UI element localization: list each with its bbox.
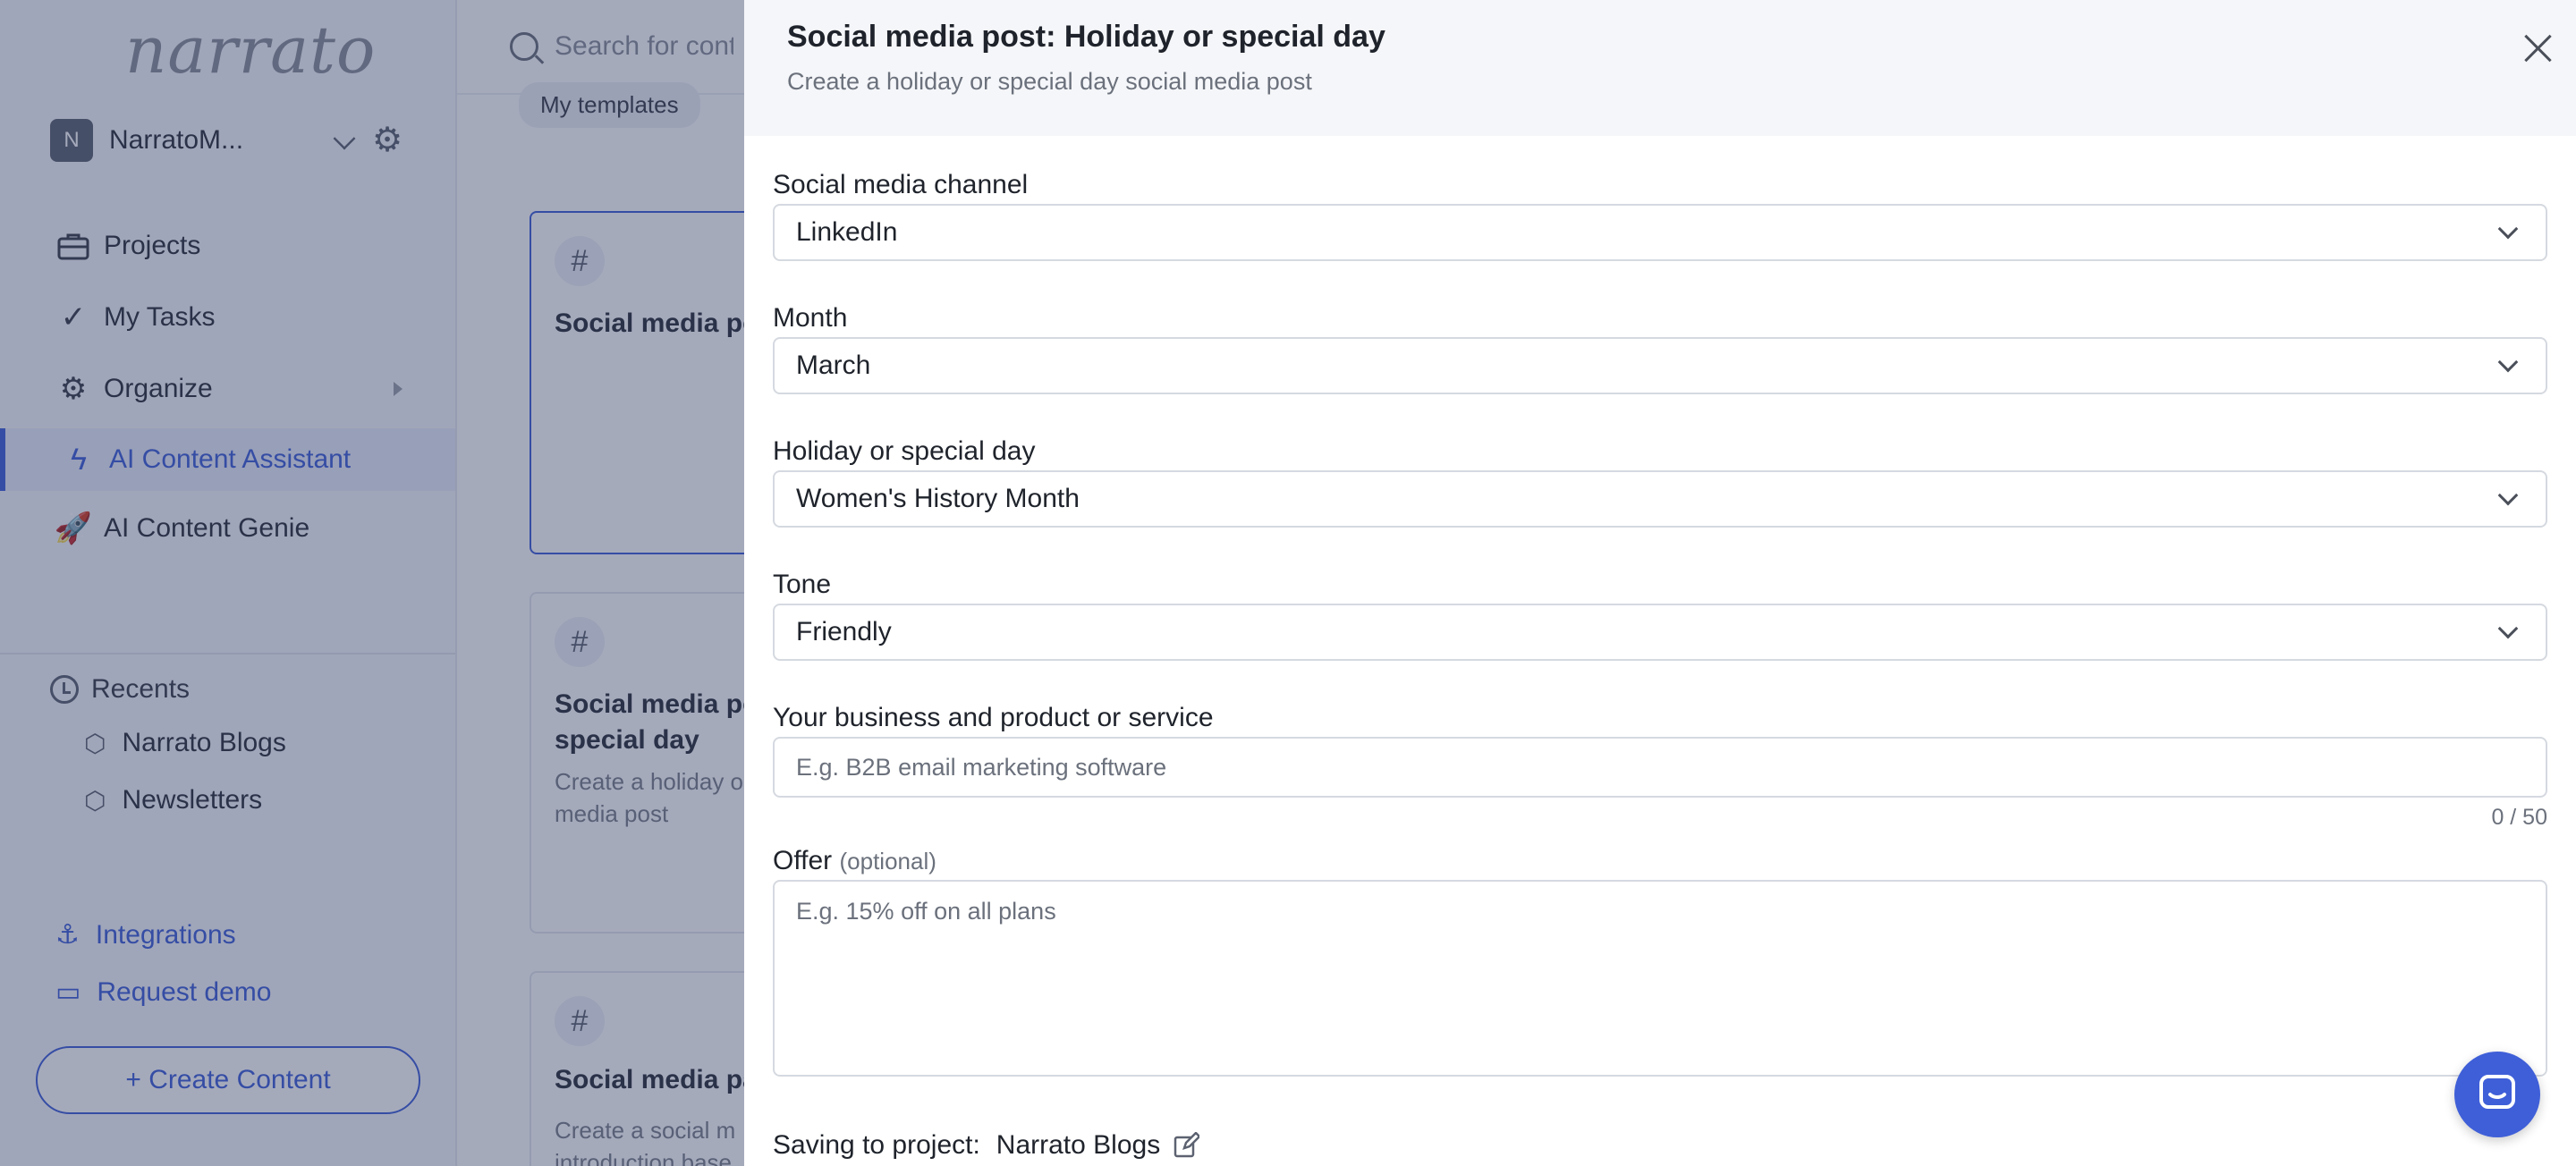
month-select[interactable]: March (773, 337, 2547, 394)
tone-label: Tone (773, 570, 832, 599)
drawer-title: Social media post: Holiday or special da… (787, 20, 1385, 54)
holiday-label: Holiday or special day (773, 436, 1036, 466)
chevron-down-icon (2497, 218, 2519, 240)
channel-value: LinkedIn (796, 217, 898, 247)
close-icon[interactable] (2521, 30, 2556, 66)
month-label: Month (773, 303, 848, 333)
chevron-down-icon (2497, 485, 2519, 506)
chevron-down-icon (2497, 618, 2519, 639)
saving-label: Saving to project: (773, 1130, 980, 1160)
holiday-select[interactable]: Women's History Month (773, 470, 2547, 528)
month-value: March (796, 351, 871, 380)
optional-tag: (optional) (839, 848, 936, 874)
offer-label-text: Offer (773, 846, 833, 875)
offer-textarea[interactable] (773, 880, 2547, 1077)
business-input[interactable] (773, 737, 2547, 798)
template-drawer: Social media post: Holiday or special da… (744, 0, 2576, 1166)
tone-select[interactable]: Friendly (773, 604, 2547, 661)
edit-icon[interactable] (1173, 1131, 1201, 1159)
holiday-value: Women's History Month (796, 484, 1080, 513)
drawer-header: Social media post: Holiday or special da… (744, 0, 2576, 136)
chat-icon (2476, 1071, 2519, 1119)
project-name: Narrato Blogs (996, 1130, 1161, 1160)
offer-label: Offer (optional) (773, 846, 936, 876)
channel-select[interactable]: LinkedIn (773, 204, 2547, 261)
drawer-subtitle: Create a holiday or special day social m… (787, 68, 1312, 95)
chat-support-button[interactable] (2454, 1052, 2540, 1137)
business-label: Your business and product or service (773, 703, 1214, 732)
tone-value: Friendly (796, 617, 892, 646)
saving-to-project: Saving to project: Narrato Blogs (773, 1130, 1201, 1161)
chevron-down-icon (2497, 351, 2519, 373)
business-char-counter: 0 / 50 (2491, 805, 2547, 830)
channel-label: Social media channel (773, 170, 1029, 199)
